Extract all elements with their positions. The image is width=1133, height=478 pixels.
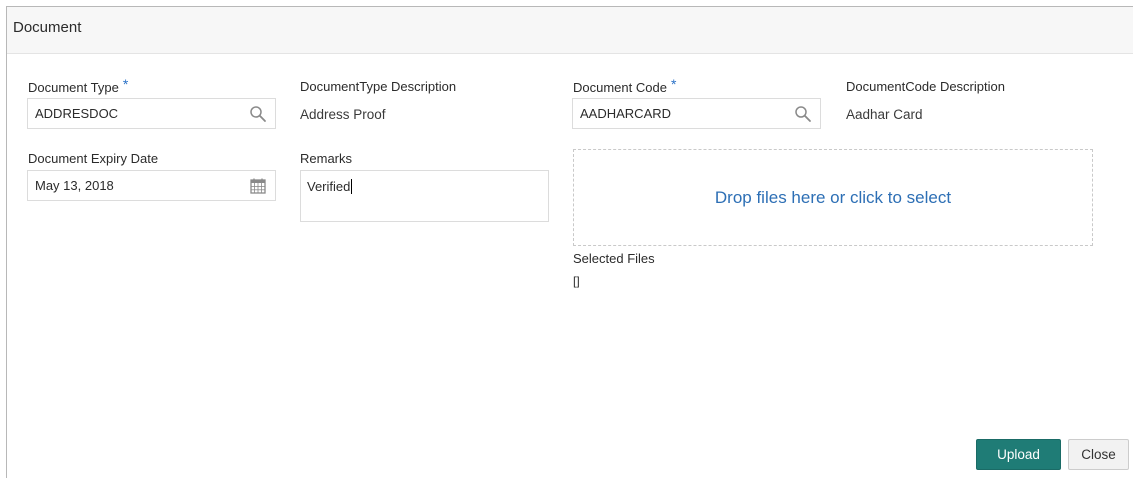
selected-files-value: [] [573,274,580,288]
remarks-value: Verified [307,179,351,194]
calendar-icon[interactable] [249,177,267,195]
remarks-textarea[interactable]: Verified [300,170,549,222]
dialog-title: Document [13,19,82,36]
document-type-field[interactable]: ADDRESDOC [27,98,276,129]
file-dropzone[interactable]: Drop files here or click to select [573,149,1093,246]
selected-files-label: Selected Files [573,251,655,266]
document-expiry-date-label: Document Expiry Date [28,151,159,166]
required-mark: * [122,76,129,92]
remarks-label: Remarks [300,151,353,166]
document-type-value: ADDRESDOC [35,106,119,121]
close-button[interactable]: Close [1068,439,1129,470]
dropzone-text: Drop files here or click to select [714,187,952,207]
upload-button[interactable]: Upload [976,439,1061,470]
document-code-description-value: Aadhar Card [846,107,923,122]
required-mark: * [670,76,677,92]
document-code-label: Document Code * [573,76,677,95]
document-code-field[interactable]: AADHARCARD [572,98,821,129]
document-expiry-date-value: May 13, 2018 [35,178,114,193]
document-type-label: Document Type * [28,76,129,95]
document-code-value: AADHARCARD [580,106,672,121]
document-dialog: Document Document Type * ADDRESDOC Docume… [6,6,1133,478]
document-type-description-value: Address Proof [300,107,386,122]
document-type-description-label: DocumentType Description [300,79,457,94]
search-icon[interactable] [249,105,267,123]
document-code-description-label: DocumentCode Description [846,79,1005,94]
dialog-header: Document [7,7,1133,54]
text-caret [351,179,353,194]
search-icon[interactable] [794,105,812,123]
document-expiry-date-field[interactable]: May 13, 2018 [27,170,276,201]
